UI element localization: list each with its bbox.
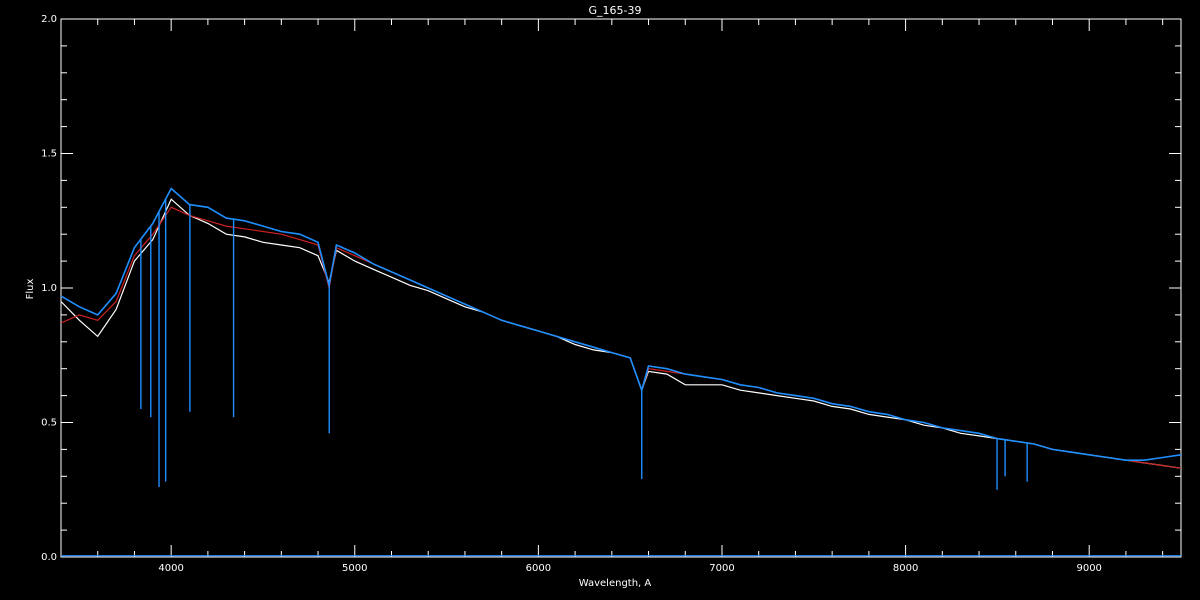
series-line-1 bbox=[60, 206, 1182, 469]
x-axis-label: Wavelength, A bbox=[579, 578, 652, 589]
y-tick-label: 0.0 bbox=[41, 552, 57, 563]
y-tick-label: 1.5 bbox=[41, 149, 57, 160]
y-tick-label: 2.0 bbox=[41, 14, 57, 25]
x-tick-label: 8000 bbox=[893, 563, 918, 574]
x-tick-label: 9000 bbox=[1076, 563, 1101, 574]
y-tick-label: 1.0 bbox=[41, 283, 57, 294]
x-tick-label: 6000 bbox=[526, 563, 551, 574]
series-line-2 bbox=[60, 187, 1182, 462]
spectrum-chart: G_165-39 0.0 0.5 1.0 1.5 2.0 4000 5000 6000 700… bbox=[25, 4, 1182, 589]
x-tick-label: 7000 bbox=[709, 563, 734, 574]
series-layer bbox=[60, 187, 1182, 557]
y-axis-ticks: 0.0 0.5 1.0 1.5 2.0 bbox=[41, 14, 1181, 563]
y-axis-label: Flux bbox=[25, 279, 36, 300]
y-tick-label: 0.5 bbox=[41, 418, 57, 429]
x-tick-label: 4000 bbox=[158, 563, 183, 574]
chart-title: G_165-39 bbox=[589, 4, 642, 17]
x-tick-label: 5000 bbox=[342, 563, 367, 574]
series-line-0 bbox=[60, 198, 1182, 469]
plot-frame bbox=[60, 18, 1182, 558]
x-axis-ticks: 4000 5000 6000 7000 8000 9000 bbox=[60, 19, 1164, 574]
